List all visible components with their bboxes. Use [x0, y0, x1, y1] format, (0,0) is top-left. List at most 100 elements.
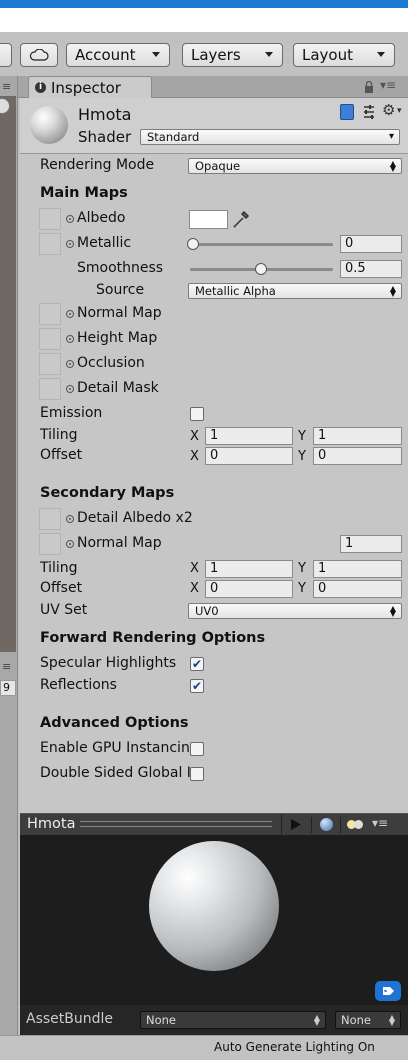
source-dropdown[interactable]: Metallic Alpha ▲ ▼ [188, 283, 402, 299]
smoothness-label: Smoothness [77, 260, 164, 276]
specular-highlights-label: Specular Highlights [40, 655, 177, 671]
toolbar: Account Layers Layout [0, 32, 408, 76]
albedo-color-swatch[interactable] [189, 210, 228, 229]
tab-inspector[interactable]: i Inspector [28, 76, 152, 98]
secondary-tiling-x-field[interactable]: 1 [205, 560, 293, 578]
gpu-instancing-checkbox[interactable] [190, 742, 204, 756]
offset-x-label: X [190, 449, 199, 464]
partial-field[interactable]: 9 [0, 680, 16, 696]
object-picker-icon[interactable] [66, 515, 74, 523]
specular-highlights-checkbox[interactable]: ✔ [190, 657, 204, 671]
detail-mask-label: Detail Mask [77, 380, 159, 396]
secondary-offset-x-field[interactable]: 0 [205, 580, 293, 598]
material-header: Hmota Shader Standard ▾ ⚙ ▾ [20, 98, 408, 154]
layout-dropdown[interactable]: Layout [293, 43, 395, 67]
info-icon: i [35, 82, 46, 93]
object-picker-icon[interactable] [66, 360, 74, 368]
object-picker-icon[interactable] [66, 540, 74, 548]
secondary-offset-y-label: Y [298, 581, 306, 596]
rendering-mode-dropdown[interactable]: Opaque ▲ ▼ [188, 158, 402, 174]
help-book-icon[interactable] [340, 104, 354, 120]
material-preview[interactable] [20, 835, 408, 1005]
detail-mask-texture-slot[interactable] [39, 378, 61, 400]
secondary-tiling-y-label: Y [298, 561, 306, 576]
smoothness-value-field[interactable]: 0.5 [340, 260, 402, 278]
eyedropper-icon[interactable] [232, 209, 250, 229]
secondary-tiling-y-field[interactable]: 1 [313, 560, 402, 578]
detail-albedo-label: Detail Albedo x2 [77, 510, 193, 526]
height-map-texture-slot[interactable] [39, 328, 61, 350]
normal-map-texture-slot[interactable] [39, 303, 61, 325]
emission-checkbox[interactable] [190, 407, 204, 421]
preview-sphere [149, 841, 279, 971]
material-thumbnail [30, 106, 68, 144]
scene-view-partial[interactable] [0, 96, 16, 652]
detail-albedo-texture-slot[interactable] [39, 508, 61, 530]
asset-label-button[interactable] [375, 981, 401, 1001]
asset-bundle-value: None [146, 1013, 177, 1027]
sphere-icon [320, 818, 333, 831]
albedo-texture-slot[interactable] [39, 208, 61, 230]
object-picker-icon[interactable] [66, 385, 74, 393]
gear-icon[interactable]: ⚙ [382, 101, 395, 119]
lock-icon[interactable] [364, 81, 374, 93]
asset-bundle-bar: AssetBundle None ▲ ▼ None ▲ ▼ [20, 1005, 408, 1035]
menu-strip [0, 8, 408, 32]
uv-set-label: UV Set [40, 602, 88, 618]
shader-value: Standard [147, 130, 200, 144]
secondary-tiling-x-label: X [190, 561, 199, 576]
inspector-tab-bar: i Inspector ▾≡ [18, 76, 408, 98]
asset-bundle-dropdown[interactable]: None ▲ ▼ [140, 1011, 326, 1029]
tiling-x-field[interactable]: 1 [205, 427, 293, 445]
secondary-offset-y-field[interactable]: 0 [313, 580, 402, 598]
secondary-normal-scale-field[interactable]: 1 [340, 535, 402, 553]
object-picker-icon[interactable] [66, 240, 74, 248]
shader-dropdown[interactable]: Standard ▾ [140, 129, 400, 145]
preview-resize-handle[interactable] [80, 821, 272, 827]
smoothness-slider-knob[interactable] [255, 263, 267, 275]
preview-mesh-button[interactable] [311, 817, 339, 833]
chevron-down-icon[interactable]: ▾ [397, 106, 402, 116]
uv-set-dropdown[interactable]: UV0 ▲ ▼ [188, 603, 402, 619]
occlusion-texture-slot[interactable] [39, 353, 61, 375]
play-preview-button[interactable] [281, 814, 309, 835]
normal-map-label: Normal Map [77, 305, 162, 321]
collab-cloud-button[interactable] [20, 43, 58, 67]
reflections-checkbox[interactable]: ✔ [190, 679, 204, 693]
metallic-texture-slot[interactable] [39, 233, 61, 255]
metallic-label: Metallic [77, 235, 132, 251]
metallic-value-field[interactable]: 0 [340, 235, 402, 253]
double-sided-gi-checkbox[interactable] [190, 767, 204, 781]
toolbar-partial-button[interactable] [0, 43, 12, 67]
preview-lighting-button[interactable] [340, 817, 370, 833]
layers-dropdown[interactable]: Layers [182, 43, 283, 67]
object-picker-icon[interactable] [66, 310, 74, 318]
up-down-arrows-icon: ▲ ▼ [389, 604, 396, 618]
main-maps-heading: Main Maps [40, 185, 128, 201]
preset-sliders-icon[interactable] [362, 104, 376, 120]
advanced-options-heading: Advanced Options [40, 715, 189, 731]
status-text: Auto Generate Lighting On [214, 1040, 375, 1054]
tag-icon [383, 987, 394, 995]
preview-menu-icon[interactable]: ▾≡ [372, 816, 388, 830]
object-picker-icon[interactable] [66, 215, 74, 223]
tab-menu-icon[interactable]: ▾≡ [380, 78, 396, 92]
offset-x-field[interactable]: 0 [205, 447, 293, 465]
offset-y-field[interactable]: 0 [313, 447, 402, 465]
tiling-x-label: X [190, 429, 199, 444]
account-dropdown[interactable]: Account [66, 43, 170, 67]
secondary-offset-x-label: X [190, 581, 199, 596]
metallic-slider-track[interactable] [192, 243, 333, 246]
window-title-accent [0, 0, 408, 8]
shader-label: Shader [78, 128, 132, 146]
object-picker-icon[interactable] [66, 335, 74, 343]
menu-lines-icon[interactable]: ≡ [2, 660, 11, 673]
secondary-normal-map-label: Normal Map [77, 535, 162, 551]
up-down-arrows-icon: ▲ ▼ [389, 284, 396, 298]
secondary-normal-texture-slot[interactable] [39, 533, 61, 555]
up-down-arrows-icon: ▲ ▼ [388, 1013, 395, 1027]
tiling-y-field[interactable]: 1 [313, 427, 402, 445]
asset-variant-dropdown[interactable]: None ▲ ▼ [335, 1011, 401, 1029]
metallic-slider-knob[interactable] [187, 238, 199, 250]
menu-lines-icon[interactable]: ≡ [2, 80, 11, 93]
